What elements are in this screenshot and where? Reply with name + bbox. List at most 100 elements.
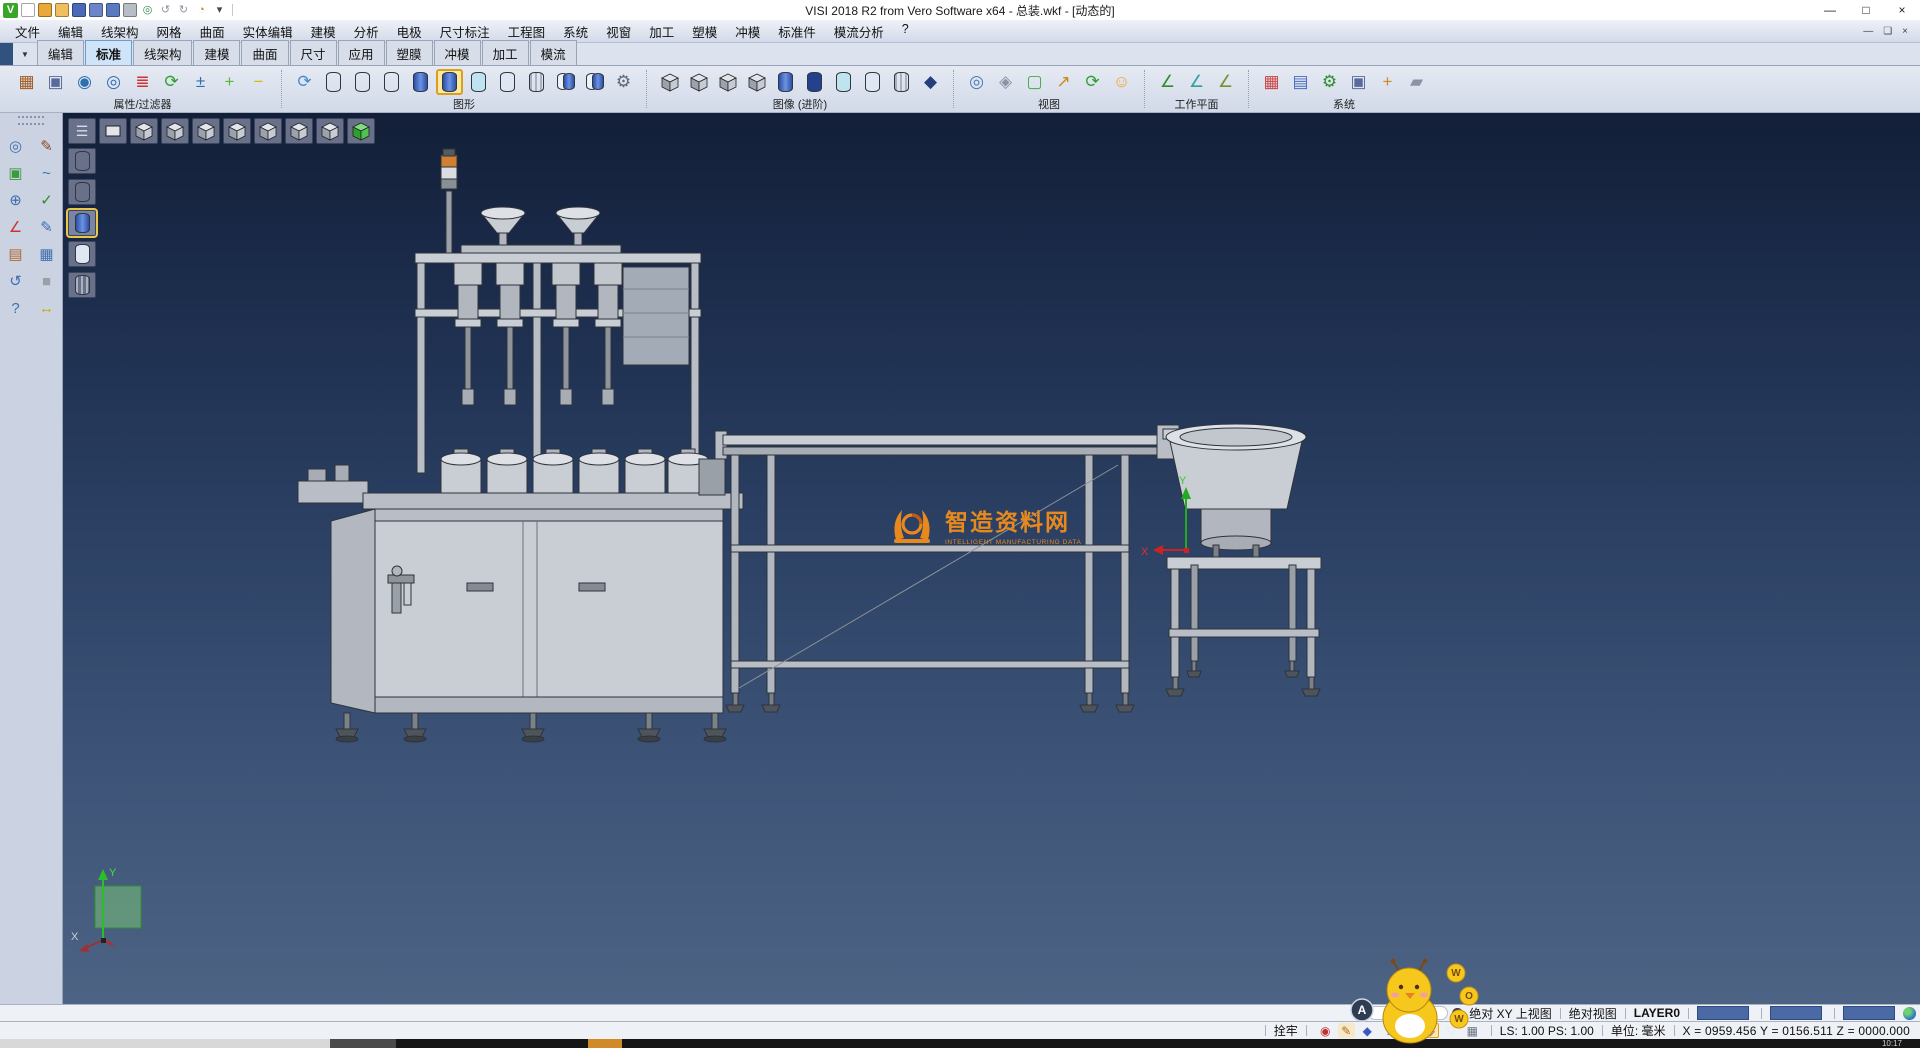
snap-settings-icon[interactable]: + (1374, 69, 1401, 95)
tab-7[interactable]: 应用 (338, 40, 385, 65)
tab-3[interactable]: 线架构 (133, 40, 193, 65)
view-shaded-green-icon[interactable] (347, 118, 375, 144)
tab-6[interactable]: 尺寸 (290, 40, 337, 65)
undo-icon[interactable]: ↺ (158, 3, 173, 18)
solid-shaded-icon[interactable] (772, 69, 799, 95)
print-icon[interactable] (123, 3, 137, 17)
layer-color-swatch[interactable] (1843, 1006, 1895, 1020)
filter-traffic-light-icon[interactable]: ≣ (129, 69, 156, 95)
view-add-solid-icon[interactable] (656, 69, 683, 95)
zoom-previous-icon[interactable]: ◎ (963, 69, 990, 95)
solid-copy-page-icon[interactable] (859, 69, 886, 95)
layer-color-swatch[interactable] (1770, 1006, 1822, 1020)
shade-ghost-icon[interactable] (68, 241, 96, 267)
tab-9[interactable]: 冲模 (434, 40, 481, 65)
tab-11[interactable]: 模流 (530, 40, 577, 65)
menu-item-18[interactable]: 模流分析 (825, 20, 893, 43)
grid-window-icon[interactable]: ▦ (34, 243, 59, 265)
edit-attributes-icon[interactable]: ▦ (13, 69, 40, 95)
shading-transparent-icon[interactable] (465, 69, 492, 95)
qa-dropdown-icon[interactable]: ▾ (212, 3, 227, 18)
palette-window-icon[interactable]: ▤ (1287, 69, 1314, 95)
zoom-solid-icon[interactable]: ◈ (992, 69, 1019, 95)
hide-minus-eye-icon[interactable]: − (245, 69, 272, 95)
view-toggle-solid-icon[interactable] (743, 69, 770, 95)
color-table-icon[interactable]: ▦ (1258, 69, 1285, 95)
scale-label[interactable]: LS: 1.00 PS: 1.00 (1500, 1024, 1594, 1038)
regenerate-icon[interactable]: ⟳ (291, 69, 318, 95)
view-mode-label[interactable]: 绝对 XY 上视图 (1469, 1005, 1551, 1022)
zoom-solid-plus-icon[interactable]: ⊕ (3, 189, 28, 211)
menu-item-14[interactable]: 加工 (640, 20, 683, 43)
shading-wireframe-3-icon[interactable] (378, 69, 405, 95)
edit-delete-pencil-icon[interactable]: ✎ (34, 135, 59, 157)
shade-wireframe-2-icon[interactable] (68, 179, 96, 205)
workplane-by-geometry-icon[interactable]: ∠ (1154, 69, 1181, 95)
tab-10[interactable]: 加工 (482, 40, 529, 65)
layers-palette-icon[interactable]: ▤ (3, 243, 28, 265)
shade-hidden-line-icon[interactable] (68, 272, 96, 298)
mdi-close-icon[interactable]: × (1902, 26, 1908, 37)
shading-solid-pair-icon[interactable] (581, 69, 608, 95)
visi-logo-icon[interactable]: V (3, 3, 18, 18)
spline-pencil-icon[interactable]: ✎ (34, 216, 59, 238)
open-merge-icon[interactable] (55, 3, 69, 17)
layer-color-swatch[interactable] (1697, 1006, 1749, 1020)
shading-wireframe-1-icon[interactable] (320, 69, 347, 95)
menu-item-17[interactable]: 标准件 (769, 20, 825, 43)
view-orientation-smiley-icon[interactable]: ☺ (1108, 69, 1135, 95)
tab-2[interactable]: 标准 (85, 40, 132, 65)
machine-3d-model[interactable]: Y X (63, 113, 1920, 1004)
wcs-axes-icon[interactable]: ∠ (3, 216, 28, 238)
refresh-rotate-icon[interactable]: ↺ (3, 270, 28, 292)
view-iso-5-icon[interactable] (254, 118, 282, 144)
solid-cube-icon[interactable]: ■ (34, 270, 59, 292)
menu-item-19[interactable]: ? (893, 20, 918, 43)
zoom-window-frame-icon[interactable]: ▢ (1021, 69, 1048, 95)
mdi-restore-icon[interactable]: ❏ (1883, 26, 1892, 37)
shade-wireframe-1-icon[interactable] (68, 148, 96, 174)
toggle-visibility-eye-icon[interactable]: ± (187, 69, 214, 95)
measure-arrow-icon[interactable]: ↗ (1050, 69, 1077, 95)
query-magnifier-icon[interactable]: ◎ (3, 135, 28, 157)
shading-hidden-line-icon[interactable] (523, 69, 550, 95)
menu-item-16[interactable]: 冲模 (726, 20, 769, 43)
shading-shaded-edges-icon[interactable] (436, 69, 463, 95)
globe-icon[interactable] (1903, 1007, 1916, 1020)
solid-wireframe-icon[interactable] (888, 69, 915, 95)
active-layer-label[interactable]: LAYER0 (1634, 1006, 1680, 1020)
show-add-eye-icon[interactable]: ◉ (71, 69, 98, 95)
dimension-arrow-icon[interactable]: ↔ (34, 297, 59, 319)
refresh-view-icon[interactable]: ⟳ (1079, 69, 1106, 95)
view-iso-7-icon[interactable] (316, 118, 344, 144)
units-label[interactable]: 单位: 毫米 (1611, 1022, 1666, 1039)
view-menu-icon[interactable]: ☰ (68, 118, 96, 144)
mdi-minimize-icon[interactable]: — (1863, 26, 1873, 37)
tabbar-dropdown-icon[interactable]: ▼ (13, 50, 37, 59)
workplane-edit-icon[interactable]: ∠ (1183, 69, 1210, 95)
save-file-icon[interactable] (72, 3, 86, 17)
view-iso-3-icon[interactable] (192, 118, 220, 144)
copy-attributes-icon[interactable]: ▣ (42, 69, 69, 95)
view-refresh-solid-icon[interactable] (714, 69, 741, 95)
view-reference-label[interactable]: 绝对视图 (1569, 1005, 1617, 1022)
grid-settings-icon[interactable]: ▰ (1403, 69, 1430, 95)
new-file-icon[interactable] (21, 3, 35, 17)
tab-1[interactable]: 编辑 (37, 40, 84, 65)
shading-copy-pair-icon[interactable] (552, 69, 579, 95)
redo-icon[interactable]: ↻ (176, 3, 191, 18)
history-undo-icon[interactable]: ◔ (194, 3, 209, 18)
tab-4[interactable]: 建模 (193, 40, 240, 65)
view-top-flat-icon[interactable] (99, 118, 127, 144)
shading-wireframe-2-icon[interactable] (349, 69, 376, 95)
curve-edit-icon[interactable]: ~ (34, 162, 59, 184)
shade-shaded-icon[interactable] (68, 210, 96, 236)
minimize-button[interactable]: — (1812, 0, 1848, 20)
toolbar-grip[interactable] (18, 116, 44, 125)
view-iso-4-icon[interactable] (223, 118, 251, 144)
tab-5[interactable]: 曲面 (241, 40, 288, 65)
view-traffic-solid-icon[interactable] (685, 69, 712, 95)
preview-icon[interactable]: ◎ (140, 3, 155, 18)
lock-mode-label[interactable]: 拴牢 (1274, 1022, 1298, 1039)
render-settings-icon[interactable]: ⚙ (610, 69, 637, 95)
